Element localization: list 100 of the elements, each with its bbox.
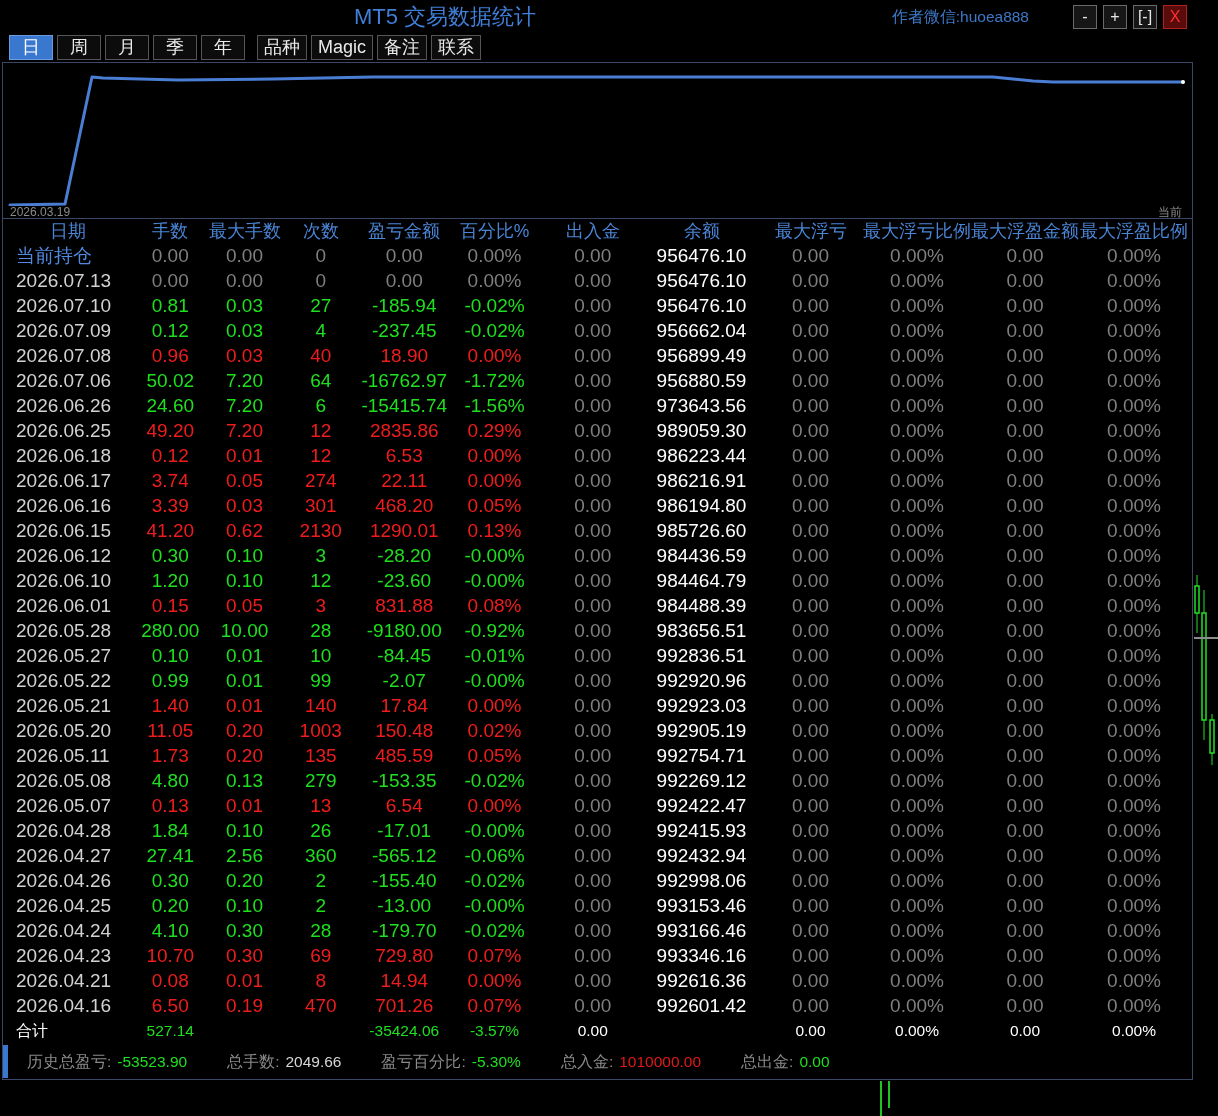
period-tab[interactable]: 月 <box>105 35 149 60</box>
price-line <box>1194 637 1218 639</box>
stat-value: 0.00 <box>799 1051 830 1072</box>
table-cell-text: -0.02% <box>463 319 526 343</box>
table-cell-text: -0.00% <box>463 569 526 593</box>
table-cell-text: 4.10 <box>150 919 190 943</box>
table-cell-text: 0.00 <box>576 1021 609 1041</box>
close-button[interactable]: X <box>1163 4 1187 29</box>
table-cell-text: 0.00 <box>1005 419 1045 443</box>
table-cell-text: 0.00 <box>384 269 424 293</box>
date-cell-text: 2026.06.25 <box>15 419 113 443</box>
table-cell-text: 22.11 <box>380 469 429 493</box>
table-cell-text: 0.00% <box>1106 619 1162 643</box>
table-cell-text: 986223.44 <box>655 444 748 468</box>
table-cell-text: 992616.36 <box>655 969 748 993</box>
table-cell-text: -13.00 <box>376 894 433 918</box>
table-cell-text: 0.00 <box>150 244 190 268</box>
stat-label: 历史总盈亏: <box>27 1051 112 1072</box>
table-cell-text: -1.56% <box>463 394 526 418</box>
table-cell-text: 0.00 <box>573 794 613 818</box>
table-cell-text: 50.02 <box>145 369 195 393</box>
table-cell-text: 13 <box>309 794 333 818</box>
table-cell-text: 0.00% <box>889 669 945 693</box>
table-cell-text: 984464.79 <box>655 569 748 593</box>
table-cell-text: 0.00 <box>573 819 613 843</box>
period-tab[interactable]: 年 <box>201 35 245 60</box>
table-cell-text: 0.00 <box>573 394 613 418</box>
table-cell-text: 11.05 <box>146 719 195 743</box>
table-cell-text: 983656.51 <box>655 619 748 643</box>
table-cell-text: 0.01 <box>225 444 264 468</box>
table-cell-text: 27.41 <box>145 844 195 868</box>
table-cell-text: 0.00 <box>791 444 830 468</box>
table-cell-text: 485.59 <box>374 744 435 768</box>
table-cell-text: 0.00 <box>791 994 830 1018</box>
table-cell-text: 956662.04 <box>655 319 748 343</box>
date-cell-text: 2026.05.07 <box>15 794 113 818</box>
toolbar-button[interactable]: 联系 <box>431 35 481 60</box>
table-cell-text: 0.00% <box>466 969 523 993</box>
table-cell-text: 0.13% <box>466 519 523 543</box>
date-cell-text: 2026.06.15 <box>15 519 113 543</box>
table-cell-text: -84.45 <box>376 644 433 668</box>
table-cell-text: 0.00% <box>889 519 945 543</box>
table-cell-text: 0.05% <box>466 494 523 518</box>
period-tab[interactable]: 日 <box>9 35 53 60</box>
table-cell-text: 0.00 <box>791 694 830 718</box>
table-cell-text: 0.00 <box>573 844 613 868</box>
plus-button[interactable]: + <box>1103 4 1127 29</box>
collapse-button[interactable]: [-] <box>1133 4 1157 29</box>
date-cell-text: 2026.05.08 <box>15 769 113 793</box>
table-cell-text: 0.00 <box>573 769 613 793</box>
toolbar-button[interactable]: Magic <box>311 35 373 60</box>
table-cell-text: 0.03 <box>225 319 264 343</box>
table-cell-text: 41.20 <box>145 519 195 543</box>
toolbar-button[interactable]: 品种 <box>257 35 307 60</box>
table-cell-text: 0.00 <box>573 269 613 293</box>
table-cell-text: 0.00% <box>1106 969 1162 993</box>
table-cell-text: 0.00% <box>889 969 945 993</box>
table-cell-text: 0.00 <box>1005 494 1045 518</box>
table-cell-text: 0.00 <box>791 769 830 793</box>
table-cell-text: 0.00 <box>1005 969 1045 993</box>
table-cell-text: 0.00% <box>889 769 945 793</box>
candlestick <box>1209 714 1215 765</box>
table-cell-text: 0.00 <box>1005 619 1045 643</box>
table-cell-text: 0.00% <box>1106 319 1162 343</box>
table-cell-text: 150.48 <box>374 719 435 743</box>
toolbar-button[interactable]: 备注 <box>377 35 427 60</box>
table-cell-text: 0.00% <box>889 819 945 843</box>
table-cell-text: 992601.42 <box>655 994 748 1018</box>
table-cell-text: 0.08% <box>466 594 523 618</box>
table-cell-text: 0.30 <box>225 944 264 968</box>
table-cell-text: 0.00 <box>1005 569 1045 593</box>
stat-value: 2049.66 <box>285 1051 342 1072</box>
table-cell-text: 0.00 <box>1005 369 1045 393</box>
table-cell-text: -0.92% <box>463 619 526 643</box>
table-cell-text: 49.20 <box>145 419 195 443</box>
table-cell-text: 956476.10 <box>655 269 748 293</box>
table-cell-text: 0.00% <box>1106 644 1162 668</box>
table-cell-text: 701.26 <box>374 994 435 1018</box>
table-cell-text: 0.00 <box>791 619 830 643</box>
column-header: 次数 <box>301 220 340 243</box>
column-header: 余额 <box>682 220 721 243</box>
table-cell-text: 0.00 <box>1005 394 1045 418</box>
table-cell-text: 0 <box>314 269 328 293</box>
table-cell-text: 3.74 <box>150 469 190 493</box>
table-cell-text: 0.00 <box>791 394 830 418</box>
date-cell-text: 2026.06.12 <box>15 544 113 568</box>
table-cell-text: 0.20 <box>225 869 264 893</box>
column-header: 手数 <box>151 220 190 243</box>
date-cell-text: 2026.05.21 <box>15 694 113 718</box>
period-tab[interactable]: 季 <box>153 35 197 60</box>
table-cell-text: 0.96 <box>150 344 190 368</box>
table-cell-text: 24.60 <box>145 394 195 418</box>
table-cell-text: 0.00% <box>889 244 945 268</box>
date-cell-text: 2026.07.08 <box>15 344 113 368</box>
minus-button[interactable]: - <box>1073 4 1097 29</box>
table-cell-text: 0.00% <box>889 469 945 493</box>
table-cell-text: 135 <box>303 744 338 768</box>
period-tab[interactable]: 周 <box>57 35 101 60</box>
date-cell-text: 2026.04.24 <box>15 919 113 943</box>
table-cell-text: 0.00 <box>791 919 830 943</box>
